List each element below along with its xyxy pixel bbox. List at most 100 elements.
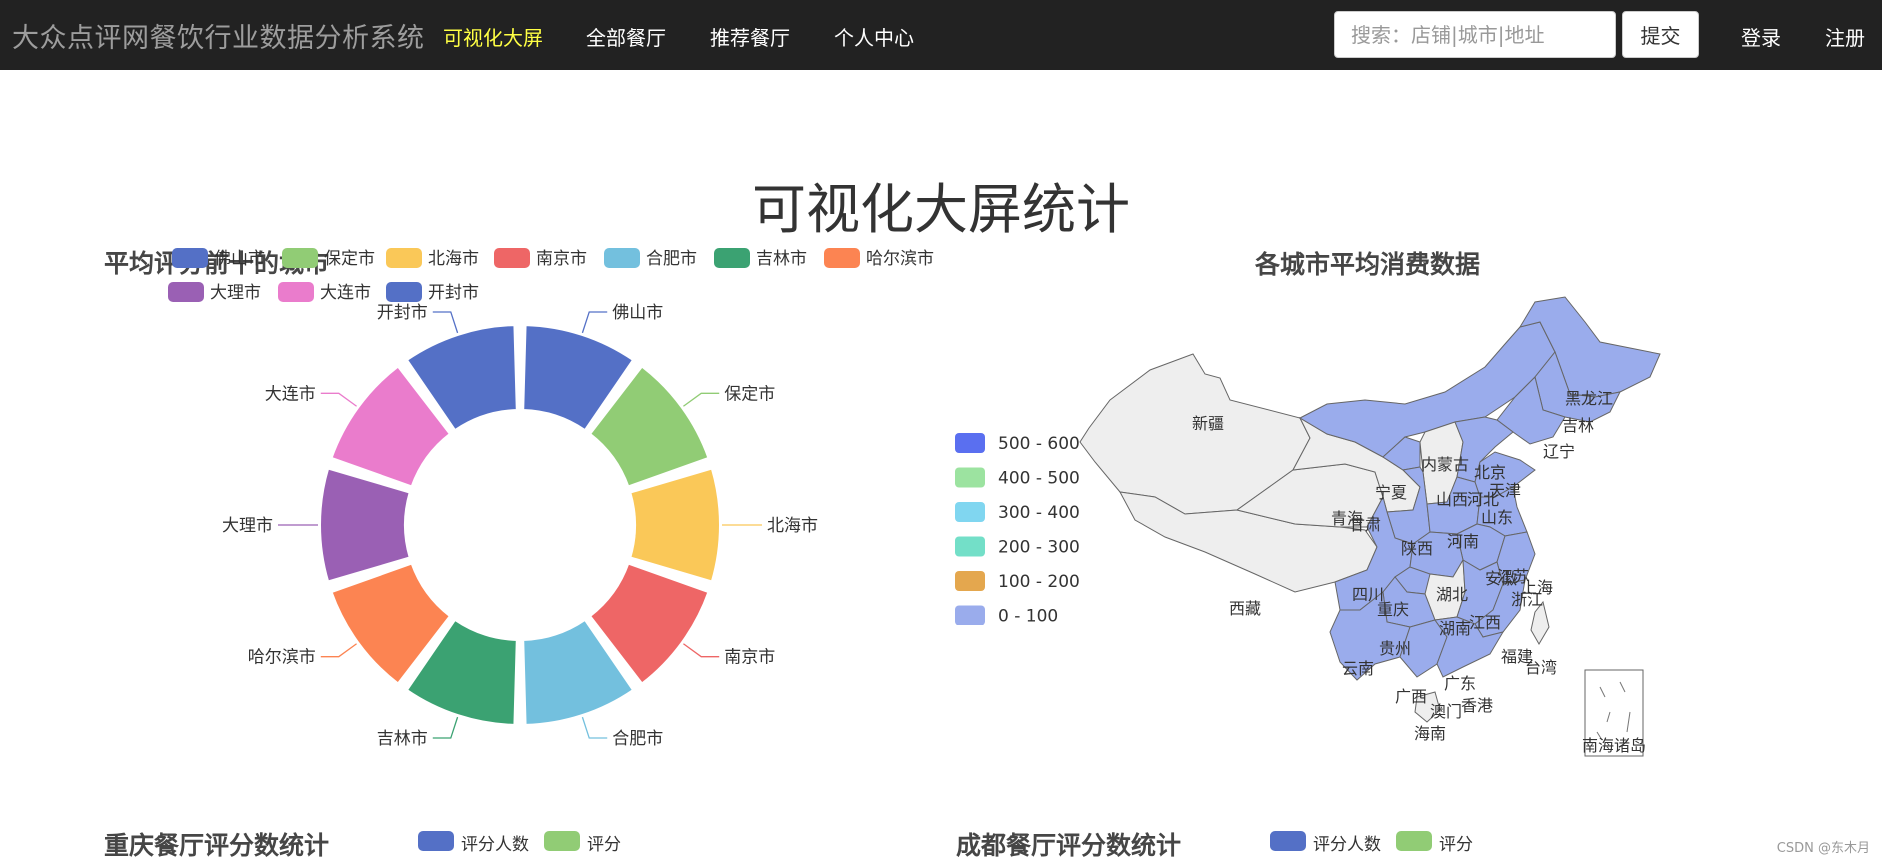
label-hebei: 河北	[1467, 490, 1499, 509]
map-legend-swatch	[955, 605, 985, 625]
donut-slice-label: 合肥市	[612, 729, 663, 749]
donut-slice-label: 吉林市	[377, 729, 428, 749]
donut-slice-label: 佛山市	[612, 303, 663, 323]
map-legend-item[interactable]: 400 - 500	[955, 467, 1080, 489]
donut-label-line	[581, 716, 608, 739]
map-legend-item[interactable]: 200 - 300	[955, 536, 1080, 558]
map-chart-title: 各城市平均消费数据	[1255, 250, 1481, 279]
donut-legend-label: 南京市	[536, 249, 587, 269]
donut-slice[interactable]	[319, 467, 411, 583]
donut-slice-label: 南京市	[724, 648, 775, 668]
donut-legend-swatch	[386, 248, 422, 268]
chongqing-legend-swatch-count[interactable]	[418, 831, 454, 851]
chengdu-legend-label-score: 评分	[1439, 835, 1473, 855]
donut-legend-item[interactable]: 北海市	[386, 248, 479, 269]
map-legend-item[interactable]: 0 - 100	[955, 605, 1058, 626]
chongqing-chart-title: 重庆餐厅评分数统计	[104, 831, 330, 860]
donut-legend-swatch	[604, 248, 640, 268]
china-map: 新疆 西藏 青海 甘肃 宁夏 内蒙古 黑龙江 吉林 辽宁 北京 天津 河北 山西…	[1079, 296, 1661, 757]
donut-legend-label: 大连市	[320, 283, 371, 303]
map-legend-swatch	[955, 433, 985, 453]
donut-slice-label: 开封市	[377, 303, 428, 323]
donut-legend-item[interactable]: 大连市	[278, 282, 371, 303]
donut-slice-label: 哈尔滨市	[248, 648, 316, 668]
donut-legend-item[interactable]: 南京市	[494, 248, 587, 269]
donut-legend-item[interactable]: 哈尔滨市	[824, 248, 934, 269]
donut-legend-swatch	[282, 248, 318, 268]
submit-button[interactable]: 提交	[1622, 11, 1699, 58]
map-legend-swatch	[955, 467, 985, 488]
donut-slice[interactable]	[629, 467, 721, 583]
label-zhejiang: 浙江	[1511, 590, 1543, 609]
label-hongkong: 香港	[1461, 696, 1493, 715]
label-chongqing: 重庆	[1377, 600, 1409, 619]
label-jilin: 吉林	[1562, 416, 1594, 435]
map-legend-item[interactable]: 100 - 200	[955, 571, 1080, 592]
map-legend-swatch	[955, 571, 985, 591]
nav-personal-center[interactable]: 个人中心	[834, 22, 914, 51]
donut-legend-swatch	[494, 248, 530, 268]
donut-legend-item[interactable]: 佛山市	[172, 248, 265, 269]
nav-visual-screen[interactable]: 可视化大屏	[443, 22, 543, 51]
label-gansu: 甘肃	[1349, 515, 1381, 534]
label-hainan: 海南	[1414, 724, 1446, 743]
donut-slice-label: 大连市	[265, 384, 316, 404]
nav-recommended[interactable]: 推荐餐厅	[710, 22, 790, 51]
chengdu-legend-label-count: 评分人数	[1313, 835, 1381, 855]
donut-label-line	[320, 643, 357, 658]
donut-legend-swatch	[714, 248, 750, 268]
chongqing-legend-label-score: 评分	[587, 835, 621, 855]
label-shanxi-jin: 山西	[1436, 490, 1468, 509]
donut-legend-swatch	[168, 282, 204, 302]
navbar: 大众点评网餐饮行业数据分析系统 可视化大屏 全部餐厅 推荐餐厅 个人中心 提交 …	[0, 0, 1882, 70]
login-link[interactable]: 登录	[1741, 22, 1781, 51]
donut-slice-label: 保定市	[724, 384, 775, 404]
label-yunnan: 云南	[1342, 659, 1374, 678]
donut-legend-swatch	[824, 248, 860, 268]
map-legend-swatch	[955, 502, 985, 522]
donut-legend-label: 吉林市	[756, 249, 807, 269]
chongqing-legend-swatch-score[interactable]	[544, 831, 580, 851]
donut-legend-item[interactable]: 吉林市	[714, 248, 807, 269]
label-shaanxi: 陕西	[1401, 539, 1433, 558]
label-xinjiang: 新疆	[1192, 414, 1224, 433]
donut-legend-label: 北海市	[428, 249, 479, 269]
map-legend-label: 0 - 100	[998, 607, 1058, 626]
label-heilongjiang: 黑龙江	[1565, 389, 1613, 408]
donut-slice-label: 北海市	[767, 516, 818, 536]
label-hubei: 湖北	[1436, 585, 1468, 604]
chengdu-legend-swatch-count[interactable]	[1270, 831, 1306, 851]
label-macau: 澳门	[1430, 702, 1462, 721]
donut-label-line	[683, 392, 720, 407]
donut-label-line	[320, 392, 357, 407]
donut-legend-swatch	[172, 248, 208, 268]
donut-label-line	[432, 311, 459, 334]
label-guangdong: 广东	[1444, 674, 1476, 693]
donut-legend-label: 哈尔滨市	[866, 249, 934, 269]
donut-legend-label: 佛山市	[214, 249, 265, 269]
label-ningxia: 宁夏	[1375, 483, 1407, 502]
donut-legend-item[interactable]: 保定市	[282, 248, 375, 269]
label-guizhou: 贵州	[1379, 639, 1411, 658]
donut-label-line	[581, 311, 608, 334]
donut-legend-label: 开封市	[428, 283, 479, 303]
label-jiangxi: 江西	[1469, 613, 1501, 632]
donut-legend-item[interactable]: 大理市	[168, 282, 261, 303]
donut-legend-label: 保定市	[324, 249, 375, 269]
map-legend-item[interactable]: 300 - 400	[955, 502, 1080, 523]
brand-title[interactable]: 大众点评网餐饮行业数据分析系统	[12, 16, 425, 55]
register-link[interactable]: 注册	[1825, 22, 1865, 51]
label-beijing: 北京	[1474, 463, 1506, 482]
donut-legend-swatch	[278, 282, 314, 302]
label-shandong: 山东	[1481, 508, 1513, 527]
label-neimenggu: 内蒙古	[1421, 455, 1469, 474]
label-south-china-sea: 南海诸岛	[1582, 736, 1646, 755]
search-input[interactable]	[1334, 11, 1616, 58]
nav-all-restaurants[interactable]: 全部餐厅	[586, 22, 666, 51]
donut-legend-item[interactable]: 合肥市	[604, 248, 697, 269]
donut-legend-item[interactable]: 开封市	[386, 282, 479, 303]
donut-legend-label: 合肥市	[646, 249, 697, 269]
chengdu-legend-swatch-score[interactable]	[1396, 831, 1432, 851]
label-liaoning: 辽宁	[1543, 442, 1575, 461]
map-legend-item[interactable]: 500 - 600	[955, 433, 1080, 454]
